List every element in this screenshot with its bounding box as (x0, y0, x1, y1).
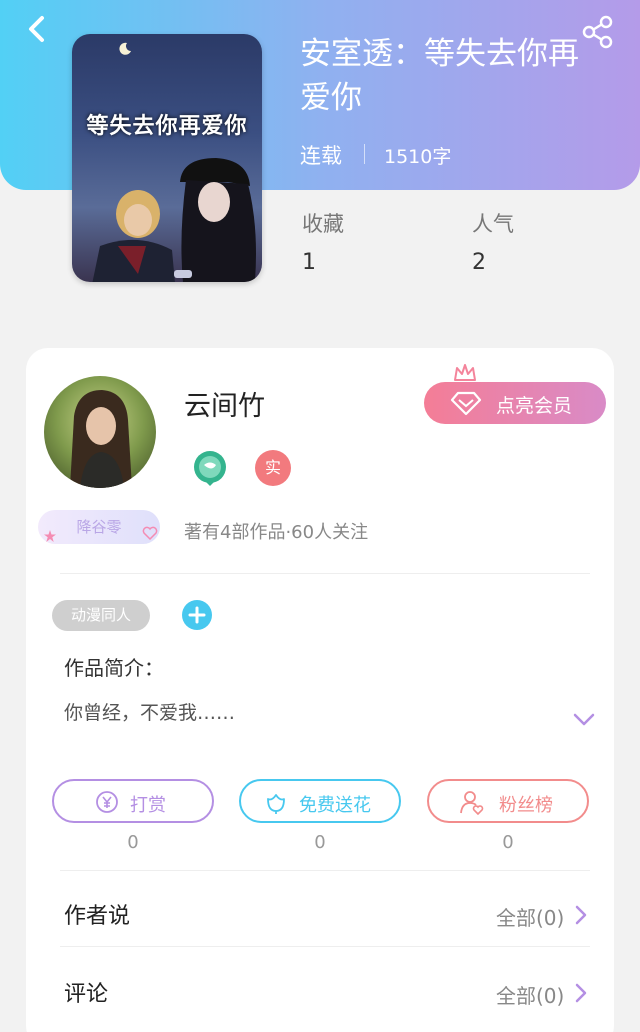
diamond-icon (450, 391, 482, 416)
author-notes-label: 作者说 (64, 904, 131, 929)
fan-ranking-count: 0 (502, 832, 514, 853)
divider (60, 946, 590, 947)
plus-icon (188, 606, 206, 624)
comments-all-link[interactable]: 全部(0) (496, 980, 564, 1009)
star-icon (44, 530, 56, 542)
comments-label: 评论 (64, 982, 109, 1007)
real-name-badge: 实 (255, 450, 291, 486)
fan-ranking-button-label: 粉丝榜 (499, 795, 553, 816)
chevron-down-icon[interactable] (572, 710, 596, 730)
stat-label-popularity: 人气 (472, 212, 514, 236)
moon-icon (119, 42, 131, 55)
real-name-badge-text: 实 (264, 458, 281, 477)
flower-icon (267, 794, 285, 814)
send-flower-button[interactable]: 免费送花 (239, 779, 401, 823)
member-button[interactable]: 点亮会员 (424, 382, 606, 424)
tip-count: 0 (127, 832, 139, 853)
medal-badge-icon (194, 451, 226, 486)
genre-tag[interactable]: 动漫同人 (52, 600, 150, 631)
divider (60, 573, 590, 574)
chevron-left-icon (29, 16, 44, 42)
genre-tag-label: 动漫同人 (70, 606, 131, 624)
fan-ranking-button[interactable]: 粉丝榜 (427, 779, 589, 823)
tip-button-label: 打赏 (130, 795, 166, 816)
status-divider (364, 144, 365, 164)
stat-label-favorites: 收藏 (302, 212, 344, 236)
word-count: 1510字 (384, 146, 452, 168)
chevron-right-icon[interactable] (572, 904, 590, 926)
avatar-portrait (70, 390, 132, 488)
book-title: 安室透：等失去你再爱你 (300, 36, 579, 116)
back-button[interactable] (22, 12, 56, 46)
crown-icon (454, 364, 476, 381)
book-cover[interactable]: 等失去你再爱你 (72, 34, 262, 282)
cover-figure-female (174, 158, 256, 282)
author-level-badge (192, 450, 228, 486)
intro-text: 你曾经，不爱我…… (64, 702, 236, 724)
intro-label: 作品简介： (64, 656, 164, 680)
author-notes-all-link[interactable]: 全部(0) (496, 902, 564, 931)
fan-tag[interactable]: 降谷零 (38, 510, 160, 544)
flower-count: 0 (314, 832, 326, 853)
author-meta: 著有4部作品·60人关注 (184, 522, 369, 543)
member-button-label: 点亮会员 (496, 395, 573, 417)
yen-coin-icon (96, 791, 118, 813)
author-avatar[interactable] (44, 376, 156, 488)
add-tag-button[interactable] (182, 600, 212, 630)
stat-value-popularity: 2 (472, 250, 486, 275)
cover-figure-male (92, 190, 175, 282)
send-flower-button-label: 免费送花 (299, 795, 371, 816)
divider (60, 870, 590, 871)
stat-value-favorites: 1 (302, 250, 316, 275)
author-name[interactable]: 云间竹 (184, 384, 265, 423)
user-heart-icon (460, 791, 484, 815)
chevron-right-icon[interactable] (572, 982, 590, 1004)
book-status: 连载 (300, 144, 342, 168)
cover-title: 等失去你再爱你 (86, 113, 248, 139)
heart-icon (142, 526, 158, 540)
tip-button[interactable]: 打赏 (52, 779, 214, 823)
